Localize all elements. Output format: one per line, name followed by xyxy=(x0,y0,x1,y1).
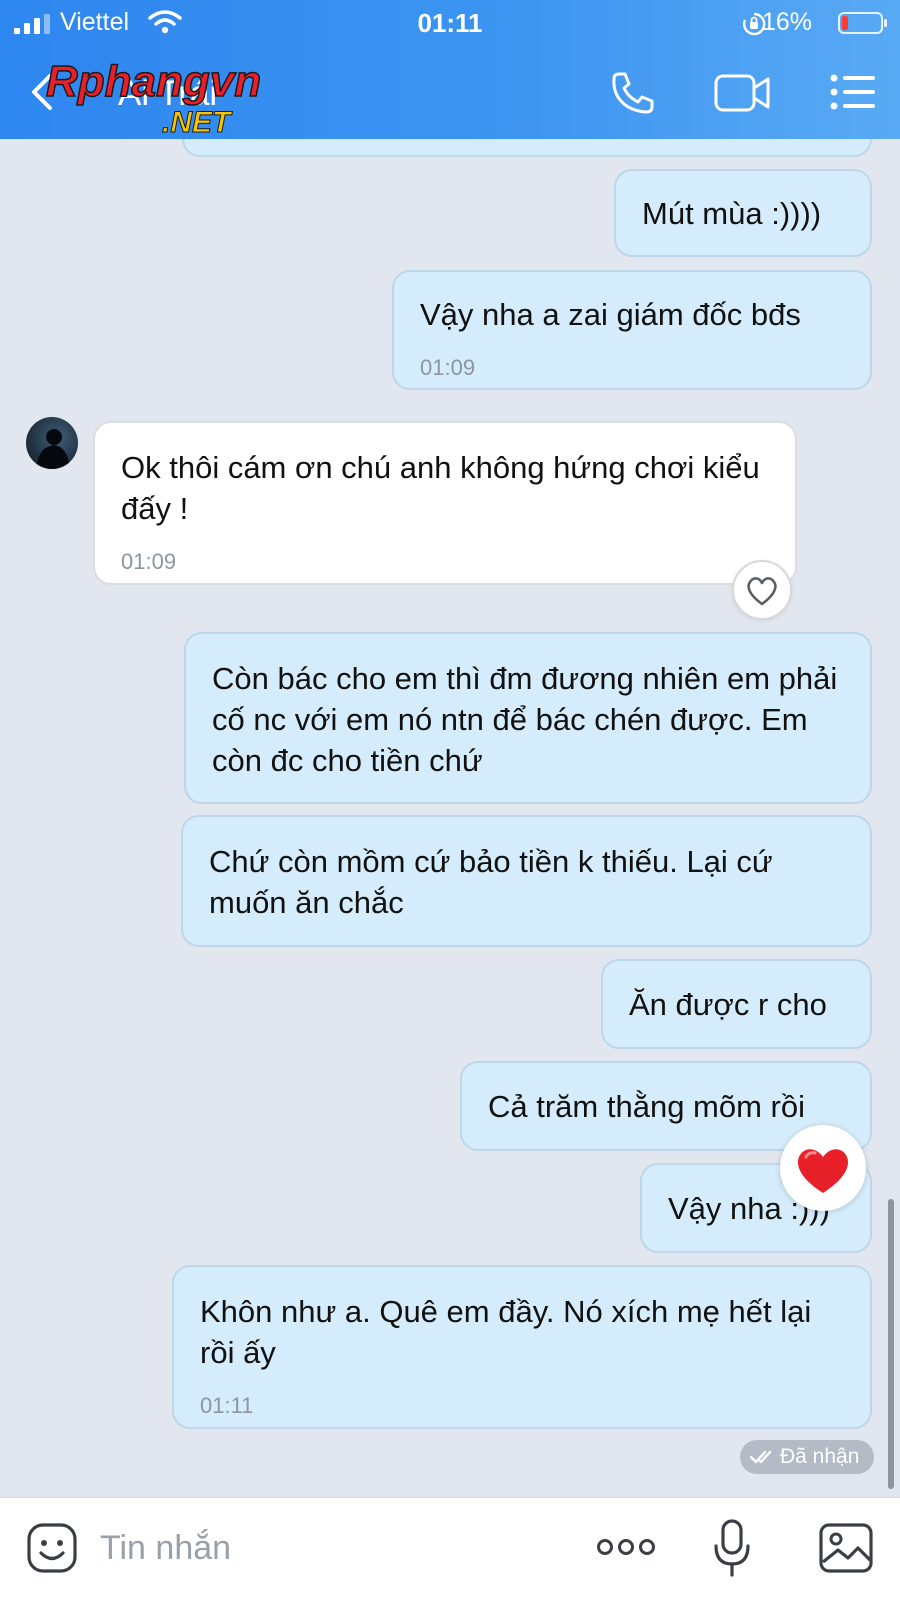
mic-icon[interactable] xyxy=(712,1518,752,1578)
status-bar: Viettel 01:11 16% xyxy=(0,0,900,46)
video-call-icon[interactable] xyxy=(714,72,770,114)
chat-header: Viettel 01:11 16% Ai Trái Rphangvn .NET xyxy=(0,0,900,139)
message-bubble-sent[interactable]: Còn bác cho em thì đm đương nhiên em phả… xyxy=(184,632,872,804)
more-icon[interactable] xyxy=(596,1532,656,1562)
avatar[interactable] xyxy=(26,417,78,469)
battery-icon xyxy=(838,12,887,34)
message-text: Ok thôi cám ơn chú anh không hứng chơi k… xyxy=(121,450,760,526)
double-check-icon xyxy=(750,1450,772,1464)
received-status-text: Đã nhận xyxy=(780,1445,860,1468)
message-bubble-sent[interactable]: Mút mùa :)))) xyxy=(614,169,872,257)
heart-reaction-icon xyxy=(797,1149,849,1193)
message-time: 01:09 xyxy=(420,355,476,380)
message-text: Mút mùa :)))) xyxy=(642,196,822,231)
message-bubble-sent[interactable]: Vậy nha a zai giám đốc bđs 01:09 xyxy=(392,270,872,390)
message-time: 01:11 xyxy=(200,1393,254,1418)
svg-text:.NET: .NET xyxy=(162,106,233,138)
emoji-icon[interactable] xyxy=(26,1522,78,1574)
svg-text:Rphangvn: Rphangvn xyxy=(46,57,261,106)
received-status-badge: Đã nhận xyxy=(740,1440,874,1474)
heart-reaction[interactable] xyxy=(780,1125,866,1211)
message-bubble-sent[interactable]: Ăn được r cho xyxy=(601,959,872,1049)
chat-area[interactable]: Mút mùa :)))) Vậy nha a zai giám đốc bđs… xyxy=(0,139,900,1497)
react-heart-button[interactable] xyxy=(732,560,792,620)
message-bubble-partial[interactable] xyxy=(182,139,872,157)
scrollbar[interactable] xyxy=(888,1199,894,1489)
heart-outline-icon xyxy=(747,577,777,606)
message-text: Chứ còn mồm cứ bảo tiền k thiếu. Lại cứ … xyxy=(209,844,773,920)
message-time: 01:09 xyxy=(121,549,177,574)
menu-icon[interactable] xyxy=(830,72,876,112)
watermark-logo: Rphangvn .NET xyxy=(45,56,262,138)
message-bubble-received[interactable]: Ok thôi cám ơn chú anh không hứng chơi k… xyxy=(93,421,797,585)
message-bubble-sent[interactable]: Khôn như a. Quê em đầy. Nó xích mẹ hết l… xyxy=(172,1265,872,1429)
image-icon[interactable] xyxy=(818,1522,874,1574)
message-input[interactable] xyxy=(100,1518,560,1578)
phone-call-icon[interactable] xyxy=(610,70,656,116)
message-bubble-sent[interactable]: Chứ còn mồm cứ bảo tiền k thiếu. Lại cứ … xyxy=(181,815,872,947)
battery-percent: 16% xyxy=(761,8,812,36)
message-text: Ăn được r cho xyxy=(629,987,827,1022)
message-text: Còn bác cho em thì đm đương nhiên em phả… xyxy=(212,661,838,778)
message-text: Cả trăm thằng mõm rồi xyxy=(488,1089,805,1124)
message-input-bar xyxy=(0,1497,900,1600)
message-text: Khôn như a. Quê em đầy. Nó xích mẹ hết l… xyxy=(200,1294,812,1370)
message-text: Vậy nha a zai giám đốc bđs xyxy=(420,297,801,332)
